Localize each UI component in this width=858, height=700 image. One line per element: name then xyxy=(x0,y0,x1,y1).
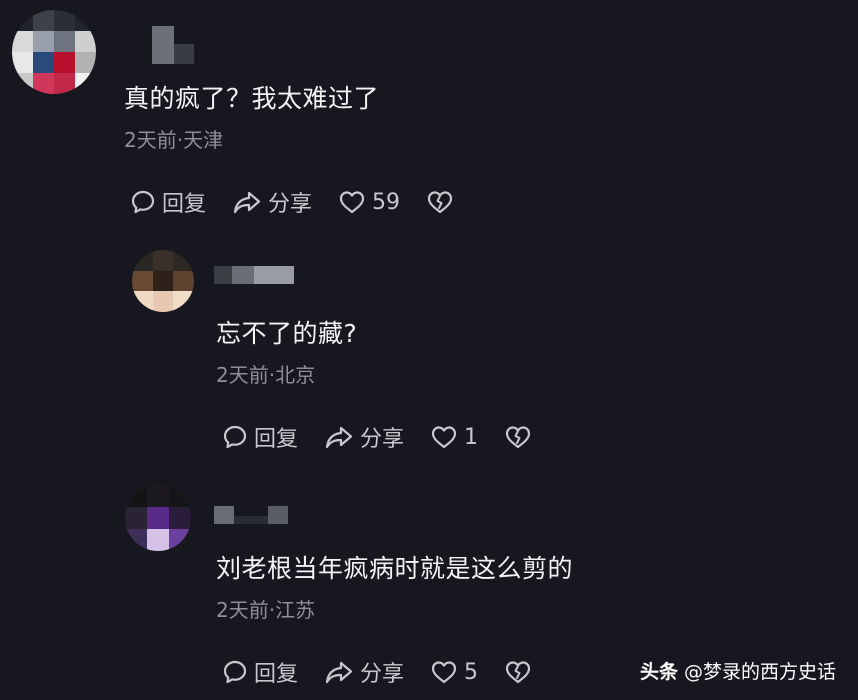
comment-bubble-icon xyxy=(131,190,155,214)
share-label: 分享 xyxy=(360,427,405,452)
broken-heart-icon xyxy=(427,191,453,214)
comment-text: 忘不了的藏? xyxy=(216,319,358,348)
like-count: 1 xyxy=(464,424,479,450)
share-button[interactable]: 分享 xyxy=(324,656,404,688)
share-arrow-icon xyxy=(325,426,353,449)
comments-screen: 真的疯了？我太难过了 2天前·天津 回复 分享 59 忘不了的藏? 2天前·北京… xyxy=(0,0,858,700)
reply-label: 回复 xyxy=(254,427,299,452)
dislike-button[interactable] xyxy=(504,424,532,450)
heart-icon xyxy=(431,426,457,449)
like-button[interactable]: 59 xyxy=(338,189,400,215)
comment-bubble-icon xyxy=(223,425,247,449)
share-arrow-icon xyxy=(233,191,261,214)
broken-heart-icon xyxy=(505,661,531,684)
avatar[interactable] xyxy=(132,250,194,312)
heart-icon xyxy=(431,661,457,684)
share-button[interactable]: 分享 xyxy=(232,186,312,218)
comment-meta: 2天前·天津 xyxy=(124,128,224,152)
reply-button[interactable]: 回复 xyxy=(222,656,298,688)
username-redacted[interactable] xyxy=(214,506,288,524)
watermark-brand: 头条 xyxy=(639,661,678,683)
dislike-button[interactable] xyxy=(504,659,532,685)
comment-meta: 2天前·北京 xyxy=(216,363,316,387)
comment-bubble-icon xyxy=(223,660,247,684)
comment-text: 真的疯了？我太难过了 xyxy=(124,84,380,113)
reply-button[interactable]: 回复 xyxy=(130,186,206,218)
watermark-handle: @梦录的西方史话 xyxy=(683,661,836,683)
comment-meta: 2天前·江苏 xyxy=(216,598,316,622)
comment-text: 刘老根当年疯病时就是这么剪的 xyxy=(216,554,574,583)
broken-heart-icon xyxy=(505,426,531,449)
comment-actions: 回复 分享 1 xyxy=(222,422,558,452)
like-count: 59 xyxy=(372,189,401,215)
comment-actions: 回复 分享 59 xyxy=(130,187,480,217)
avatar[interactable] xyxy=(125,485,191,551)
username-redacted[interactable] xyxy=(152,26,194,64)
like-button[interactable]: 5 xyxy=(430,659,478,685)
watermark: 头条 @梦录的西方史话 xyxy=(640,657,836,684)
comment-actions: 回复 分享 5 xyxy=(222,657,558,687)
share-label: 分享 xyxy=(268,192,313,217)
share-button[interactable]: 分享 xyxy=(324,421,404,453)
share-arrow-icon xyxy=(325,661,353,684)
reply-label: 回复 xyxy=(162,192,207,217)
reply-label: 回复 xyxy=(254,662,299,687)
reply-button[interactable]: 回复 xyxy=(222,421,298,453)
like-count: 5 xyxy=(464,659,479,685)
username-redacted[interactable] xyxy=(214,266,294,284)
dislike-button[interactable] xyxy=(426,189,454,215)
share-label: 分享 xyxy=(360,662,405,687)
heart-icon xyxy=(339,191,365,214)
avatar[interactable] xyxy=(12,10,96,94)
like-button[interactable]: 1 xyxy=(430,424,478,450)
